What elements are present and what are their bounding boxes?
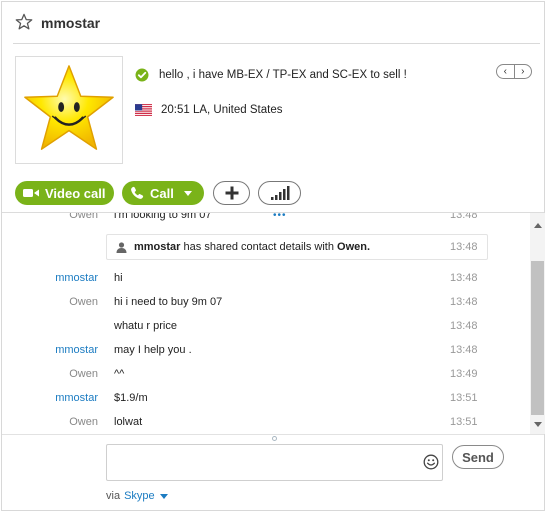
message-sender[interactable]: mmostar	[55, 392, 98, 404]
via-dropdown-chevron-icon[interactable]	[159, 493, 168, 499]
message-text: i'm looking to 9m 07	[114, 213, 212, 221]
message-input-box[interactable]	[106, 444, 443, 481]
message-time: 13:48	[450, 320, 478, 332]
message-text: hi i need to buy 9m 07	[114, 296, 223, 308]
message-sender[interactable]: Owen	[69, 416, 98, 428]
chat-history[interactable]: Owen i'm looking to 9m 07 13:48 ••• mmos…	[2, 213, 530, 434]
header-divider	[13, 43, 540, 44]
chat-message: Owen ^^ 13:49	[2, 368, 530, 386]
chat-message: mmostar hi 13:48	[2, 272, 530, 290]
call-quality-button[interactable]	[258, 181, 301, 205]
video-call-label: Video call	[45, 185, 106, 201]
phone-icon	[131, 186, 144, 199]
video-camera-icon	[23, 189, 39, 197]
system-event-box: mmostar has shared contact details with …	[106, 234, 488, 260]
via-service-link[interactable]: Skype	[124, 490, 155, 502]
star-smiley-avatar-image	[24, 65, 114, 150]
message-time: 13:51	[450, 416, 478, 428]
scroll-down-arrow-icon[interactable]	[534, 422, 542, 427]
avatar[interactable]	[15, 56, 123, 164]
message-time: 13:51	[450, 392, 478, 404]
message-sender[interactable]: mmostar	[55, 272, 98, 284]
system-event-actor: mmostar	[134, 241, 181, 253]
chat-scrollbar[interactable]	[530, 213, 545, 434]
chat-message: Owen lolwat 13:51	[2, 416, 530, 434]
favorite-star-icon[interactable]	[15, 13, 33, 31]
conversation-header: mmostar	[2, 2, 544, 44]
system-event-time: 13:48	[450, 241, 478, 253]
via-prefix: via	[106, 490, 121, 502]
message-time: 13:48	[450, 344, 478, 356]
pager-prev-button[interactable]: ‹	[497, 65, 514, 78]
system-event-middle: has shared contact details with	[183, 241, 334, 253]
chat-window: mmostar hello , i have MB-EX / TP-EX and…	[1, 1, 545, 511]
message-sender[interactable]: Owen	[69, 368, 98, 380]
chat-message: Owen hi i need to buy 9m 07 13:48	[2, 296, 530, 314]
message-time: 13:48	[450, 272, 478, 284]
call-button[interactable]: Call	[122, 181, 204, 205]
skype-mood-icon	[135, 68, 149, 82]
scrollbar-thumb[interactable]	[531, 261, 544, 415]
chat-bottom-divider	[2, 434, 544, 435]
add-participants-button[interactable]	[213, 181, 250, 205]
call-label: Call	[150, 185, 174, 201]
mood-message: hello , i have MB-EX / TP-EX and SC-EX t…	[159, 69, 407, 81]
system-event-text: mmostar has shared contact details with …	[134, 241, 370, 253]
message-sender[interactable]: mmostar	[55, 344, 98, 356]
contact-name[interactable]: mmostar	[41, 15, 100, 31]
chat-message-partial: Owen i'm looking to 9m 07 13:48	[2, 213, 530, 227]
person-icon	[116, 242, 127, 253]
local-time-row: 20:51 LA, United States	[135, 102, 282, 118]
message-text: ^^	[114, 368, 125, 380]
mood-message-row: hello , i have MB-EX / TP-EX and SC-EX t…	[135, 67, 407, 83]
message-time: 13:49	[450, 368, 478, 380]
typing-indicator-icon	[272, 436, 277, 441]
message-time: 13:48	[450, 213, 478, 221]
message-time: 13:48	[450, 296, 478, 308]
chat-message: mmostar may I help you . 13:48	[2, 344, 530, 362]
smiley-icon[interactable]	[423, 454, 439, 470]
profile-pager: ‹ ›	[496, 64, 532, 79]
call-dropdown-chevron-icon[interactable]	[183, 190, 192, 196]
local-time-location: 20:51 LA, United States	[161, 104, 283, 116]
message-text: whatu r price	[114, 320, 177, 332]
us-flag-icon	[135, 104, 152, 116]
plus-icon	[225, 186, 238, 200]
chat-message: whatu r price 13:48	[2, 320, 530, 338]
more-history-indicator[interactable]: •••	[273, 213, 287, 221]
system-event-target: Owen.	[337, 241, 371, 253]
message-text: may I help you .	[114, 344, 192, 356]
message-text: hi	[114, 272, 123, 284]
video-call-button[interactable]: Video call	[15, 181, 114, 205]
send-button[interactable]: Send	[452, 445, 504, 469]
call-quality-icon	[270, 186, 289, 200]
via-selector: via Skype	[106, 490, 168, 502]
message-sender: Owen	[69, 213, 98, 221]
scroll-up-arrow-icon[interactable]	[534, 223, 542, 228]
chat-message: mmostar $1.9/m 13:51	[2, 392, 530, 410]
pager-next-button[interactable]: ›	[513, 65, 532, 78]
message-text: $1.9/m	[114, 392, 148, 404]
message-input[interactable]	[113, 453, 403, 473]
message-text: lolwat	[114, 416, 143, 428]
message-sender[interactable]: Owen	[69, 296, 98, 308]
